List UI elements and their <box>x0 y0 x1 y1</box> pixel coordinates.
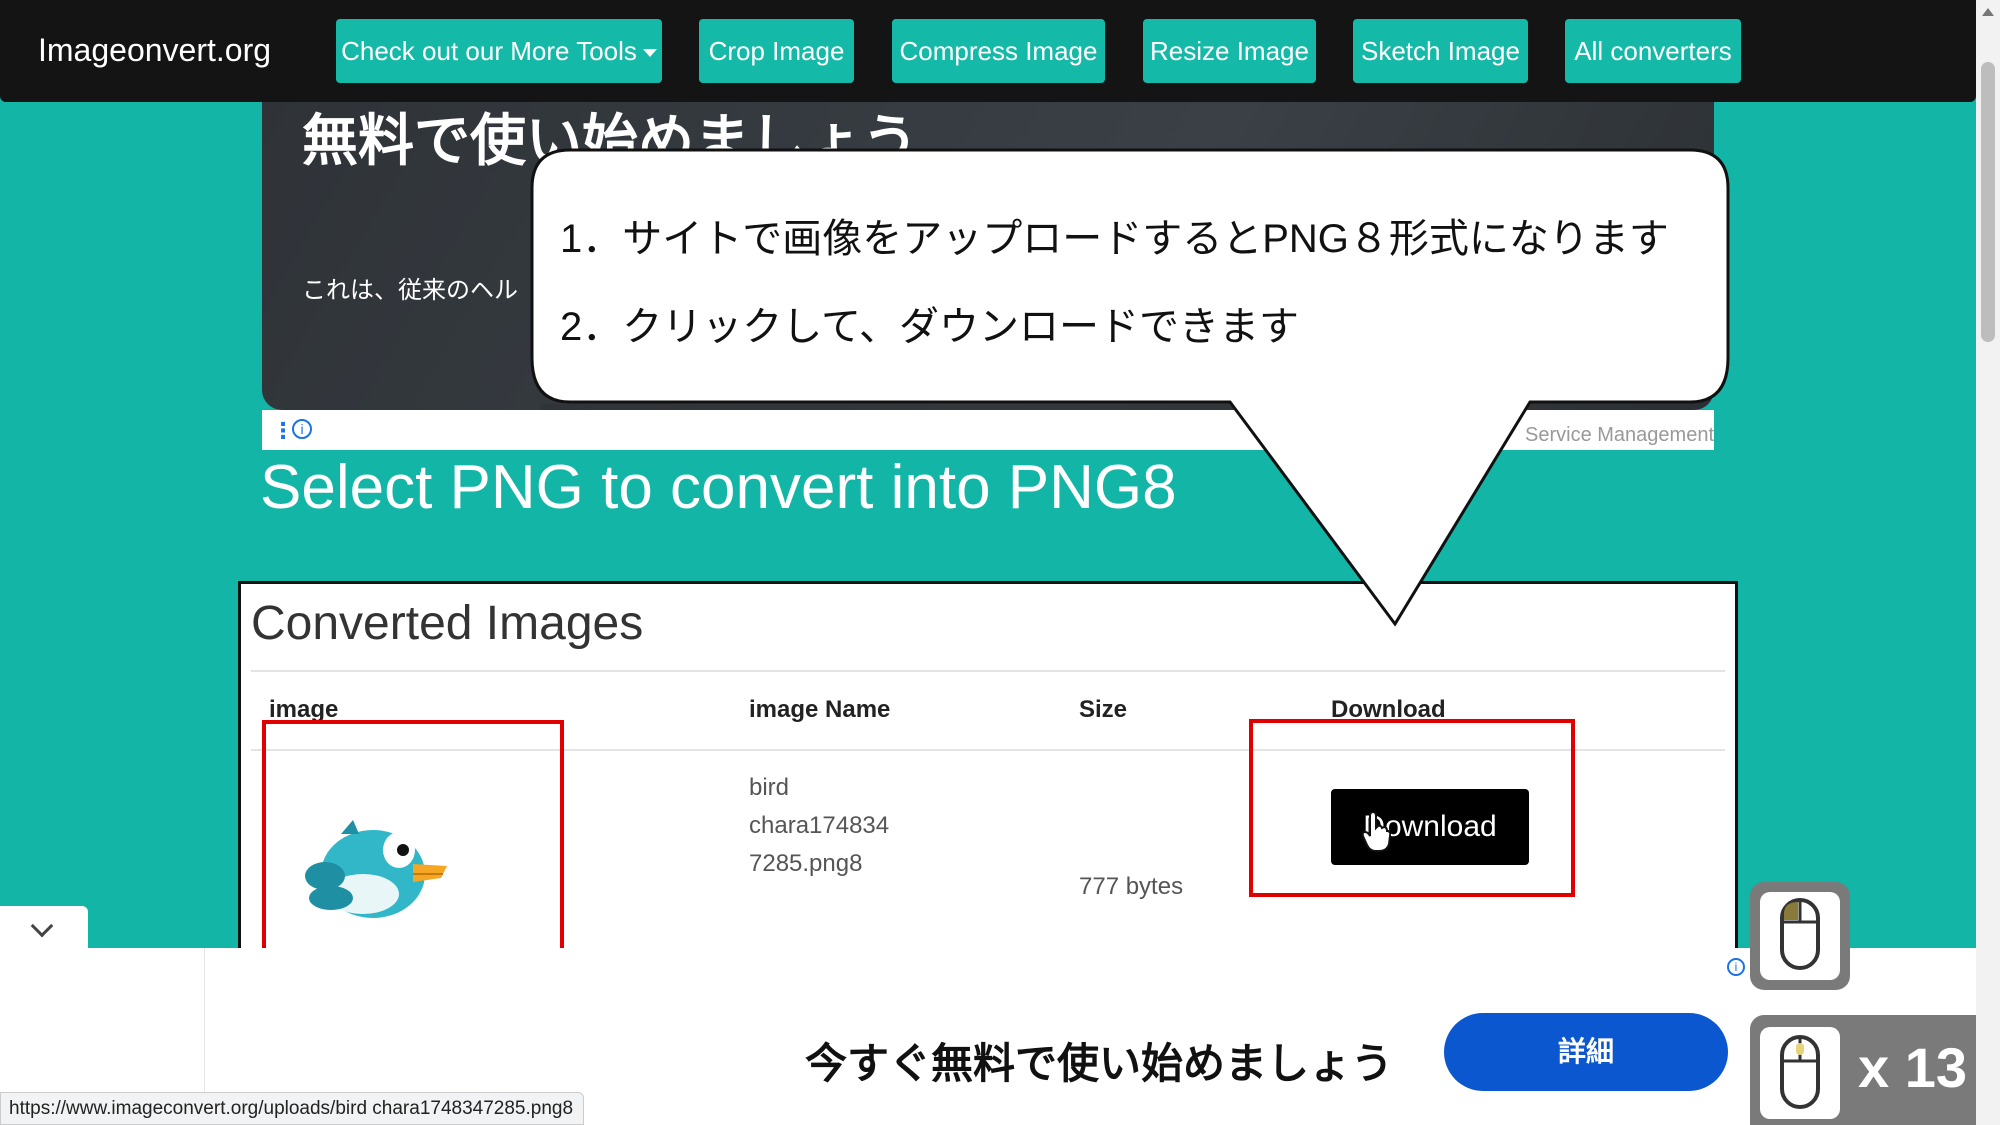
collapse-ad-button[interactable] <box>0 906 88 948</box>
compress-image-button[interactable]: Compress Image <box>892 19 1105 83</box>
image-name-line: 7285.png8 <box>749 850 863 877</box>
mouse-click-overlay <box>1750 882 1850 990</box>
status-bar-url: https://www.imageconvert.org/uploads/bir… <box>0 1092 585 1125</box>
caret-down-icon <box>642 49 657 58</box>
callout-line-2: 2．クリックして、ダウンロードできます <box>560 305 1300 349</box>
details-button[interactable]: 詳細 <box>1444 1013 1728 1091</box>
bottom-ad-info-icon[interactable]: i <box>1727 958 1745 976</box>
sketch-image-button[interactable]: Sketch Image <box>1353 19 1528 83</box>
mouse-left-click-icon <box>1780 898 1820 970</box>
all-converters-button[interactable]: All converters <box>1565 19 1741 83</box>
site-brand-link[interactable]: Imageonvert.org <box>38 32 271 69</box>
top-navbar: Imageonvert.org Check out our More Tools… <box>0 0 1976 102</box>
instruction-callout: 1．サイトで画像をアップロードするとPNG８形式になります 2．クリックして、ダ… <box>530 148 1730 627</box>
divider <box>251 670 1725 672</box>
click-count-label: x 13 <box>1858 1036 1967 1099</box>
ad-info-icon[interactable]: i <box>292 419 312 439</box>
bottom-ad-title: 今すぐ無料で使い始めましょう <box>805 1040 1394 1087</box>
ad-text: これは、従来のヘル <box>302 277 518 304</box>
crop-image-button[interactable]: Crop Image <box>699 19 854 83</box>
image-name-cell: bird chara174834 7285.png8 <box>749 769 889 883</box>
mouse-icon <box>1780 1035 1820 1109</box>
ad-options-icon[interactable]: ⋮ <box>272 418 294 444</box>
column-header-size: Size <box>1079 696 1128 723</box>
more-tools-dropdown[interactable]: Check out our More Tools <box>336 19 662 83</box>
scrollbar-thumb[interactable] <box>1981 62 1995 342</box>
page-scrollbar[interactable] <box>1976 0 2000 1125</box>
image-name-line: bird <box>749 774 790 801</box>
scroll-up-arrow-icon[interactable] <box>1982 8 1994 16</box>
highlight-box-image <box>262 720 564 960</box>
image-name-line: chara174834 <box>749 812 890 839</box>
column-header-image-name: image Name <box>749 696 891 723</box>
chevron-down-icon <box>30 914 54 938</box>
more-tools-label: Check out our More Tools <box>341 36 637 66</box>
size-cell: 777 bytes <box>1079 873 1184 900</box>
resize-image-button[interactable]: Resize Image <box>1143 19 1316 83</box>
callout-line-1: 1．サイトで画像をアップロードするとPNG８形式になります <box>560 217 1669 261</box>
highlight-box-download <box>1249 719 1575 897</box>
